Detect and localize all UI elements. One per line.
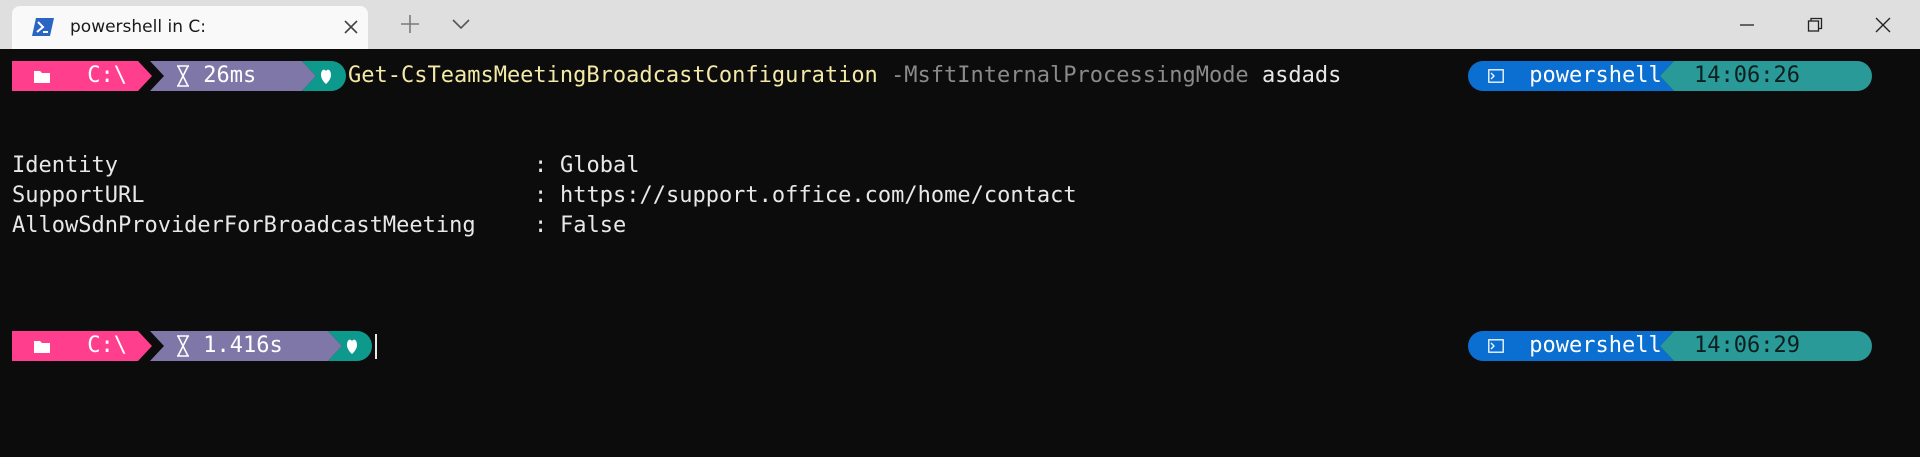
output-key: AllowSdnProviderForBroadcastMeeting bbox=[12, 213, 476, 238]
tab-powershell[interactable]: powershell in C: bbox=[12, 6, 368, 49]
command-parameter: -MsftInternalProcessingMode bbox=[891, 63, 1249, 88]
shell-segment: powershell bbox=[1468, 61, 1674, 91]
terminal-window: powershell in C: C:\ 26ms Get-CsTeamsMee… bbox=[0, 0, 1920, 457]
heart-hand-icon bbox=[347, 339, 357, 354]
clock-text: 14:06:26 bbox=[1694, 63, 1800, 88]
path-text: C:\ bbox=[87, 63, 127, 88]
path-text: C:\ bbox=[87, 333, 127, 358]
output-key: Identity bbox=[12, 153, 118, 178]
heart-hand-icon bbox=[321, 69, 331, 84]
output-separator: : bbox=[534, 153, 548, 178]
terminal-icon bbox=[1488, 69, 1504, 83]
command-output: Identity: Global SupportURL: https://suppo… bbox=[12, 151, 1077, 241]
minimize-button[interactable] bbox=[1714, 0, 1782, 49]
folder-icon bbox=[34, 69, 50, 83]
command-name: Get-CsTeamsMeetingBroadcastConfiguration bbox=[348, 63, 878, 88]
terminal-icon bbox=[1488, 339, 1504, 353]
text-cursor bbox=[375, 334, 377, 359]
output-separator: : bbox=[534, 183, 548, 208]
clock-text: 14:06:29 bbox=[1694, 333, 1800, 358]
minimize-icon bbox=[1740, 24, 1754, 26]
command-argument: asdads bbox=[1261, 63, 1342, 88]
output-value: Global bbox=[560, 153, 640, 178]
hourglass-icon bbox=[176, 65, 190, 87]
clock-segment: 14:06:26 bbox=[1660, 61, 1872, 91]
output-value: https://support.office.com/home/contact bbox=[560, 183, 1077, 208]
shell-segment: powershell bbox=[1468, 331, 1674, 361]
shell-text: powershell bbox=[1529, 333, 1662, 358]
output-row: Identity: Global bbox=[12, 151, 1077, 181]
output-row: AllowSdnProviderForBroadcastMeeting: Fals… bbox=[12, 211, 1077, 241]
duration-segment: 1.416s bbox=[150, 331, 342, 361]
duration-segment: 26ms bbox=[150, 61, 316, 91]
tab-title: powershell in C: bbox=[70, 17, 206, 37]
folder-icon bbox=[34, 339, 50, 353]
shell-text: powershell bbox=[1529, 63, 1662, 88]
output-key: SupportURL bbox=[12, 183, 145, 208]
close-button[interactable] bbox=[1850, 0, 1918, 49]
prompt-line: C:\ 1.416s powershell 14:06:29 bbox=[12, 331, 1912, 361]
restore-icon bbox=[1807, 17, 1823, 32]
path-segment: C:\ bbox=[12, 61, 152, 91]
output-row: SupportURL: https://support.office.com/ho… bbox=[12, 181, 1077, 211]
path-segment: C:\ bbox=[12, 331, 152, 361]
output-separator: : bbox=[534, 213, 548, 238]
duration-text: 26ms bbox=[203, 63, 257, 88]
duration-text: 1.416s bbox=[203, 333, 283, 358]
hourglass-icon bbox=[176, 335, 190, 357]
terminal-body[interactable]: C:\ 26ms Get-CsTeamsMeetingBroadcastConf… bbox=[0, 49, 1920, 457]
close-icon bbox=[1875, 17, 1891, 33]
plus-icon[interactable] bbox=[398, 12, 422, 36]
chevron-down-icon[interactable] bbox=[450, 14, 472, 34]
title-bar: powershell in C: bbox=[0, 0, 1920, 49]
tab-close-icon[interactable] bbox=[342, 18, 360, 36]
output-value: False bbox=[560, 213, 627, 238]
restore-button[interactable] bbox=[1782, 0, 1850, 49]
command-line: Get-CsTeamsMeetingBroadcastConfiguration… bbox=[348, 61, 1341, 91]
prompt-line: C:\ 26ms Get-CsTeamsMeetingBroadcastConf… bbox=[12, 61, 1912, 91]
clock-segment: 14:06:29 bbox=[1660, 331, 1872, 361]
powershell-icon bbox=[32, 18, 54, 36]
